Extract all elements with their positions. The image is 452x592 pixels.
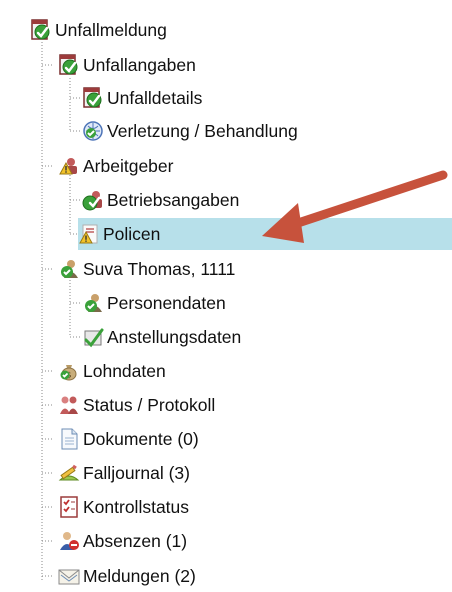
tree-node-label: Anstellungsdaten bbox=[107, 327, 242, 347]
tree-node-unfallmeldung[interactable]: Unfallmeldung bbox=[30, 14, 167, 46]
tree-node-label: Personendaten bbox=[107, 293, 226, 313]
journal-pencil-icon bbox=[58, 462, 80, 484]
tree-node-personendaten[interactable]: Personendaten bbox=[82, 287, 226, 319]
document-icon bbox=[58, 428, 80, 450]
tree-node-suva-thomas[interactable]: Suva Thomas, 1111 bbox=[58, 253, 235, 285]
employment-check-icon bbox=[82, 326, 104, 348]
tree-node-label: Arbeitgeber bbox=[83, 156, 174, 176]
person-check-icon bbox=[58, 258, 80, 280]
policy-warning-icon bbox=[78, 223, 100, 245]
tree-node-betriebsangaben[interactable]: Betriebsangaben bbox=[82, 184, 239, 216]
tree-node-meldungen[interactable]: Meldungen (2) bbox=[58, 560, 196, 592]
employer-warning-icon bbox=[58, 155, 80, 177]
tree-node-lohndaten[interactable]: $Lohndaten bbox=[58, 355, 166, 387]
tree-node-label: Verletzung / Behandlung bbox=[107, 121, 298, 141]
medical-globe-icon bbox=[82, 120, 104, 142]
tree-node-label: Unfallangaben bbox=[83, 55, 196, 75]
tree-node-label: Absenzen (1) bbox=[83, 531, 188, 551]
tree-node-absenzen[interactable]: Absenzen (1) bbox=[58, 525, 187, 557]
tree-node-label: Suva Thomas, 1111 bbox=[83, 259, 236, 279]
tree-node-dokumente[interactable]: Dokumente (0) bbox=[58, 423, 199, 455]
person-absence-icon bbox=[58, 530, 80, 552]
tree-node-label: Unfallmeldung bbox=[55, 20, 167, 40]
envelope-icon bbox=[58, 565, 80, 587]
navigation-tree: Unfallmeldung Unfallangaben Unfalldetails V… bbox=[0, 0, 452, 591]
tree-node-label: Policen bbox=[103, 224, 161, 244]
tree-node-label: Falljournal (3) bbox=[83, 463, 190, 483]
report-check-icon bbox=[82, 87, 104, 109]
tree-node-label: Betriebsangaben bbox=[107, 190, 240, 210]
tree-node-arbeitgeber[interactable]: Arbeitgeber bbox=[58, 150, 173, 182]
tree-node-label: Unfalldetails bbox=[107, 88, 203, 108]
report-check-icon bbox=[30, 19, 52, 41]
status-people-icon bbox=[58, 394, 80, 416]
employer-check-icon bbox=[82, 189, 104, 211]
money-bag-icon: $ bbox=[58, 360, 80, 382]
person-check-icon bbox=[82, 292, 104, 314]
checklist-icon bbox=[58, 496, 80, 518]
tree-node-label: Kontrollstatus bbox=[83, 497, 190, 517]
tree-node-label: Status / Protokoll bbox=[83, 395, 216, 415]
tree-node-status-protokoll[interactable]: Status / Protokoll bbox=[58, 389, 215, 421]
tree-node-label: Lohndaten bbox=[83, 361, 166, 381]
tree-node-anstellungsdaten[interactable]: Anstellungsdaten bbox=[82, 321, 241, 353]
tree-node-label: Meldungen (2) bbox=[83, 566, 196, 586]
tree-node-label: Dokumente (0) bbox=[83, 429, 199, 449]
tree-node-kontrollstatus[interactable]: Kontrollstatus bbox=[58, 491, 189, 523]
tree-node-unfallangaben[interactable]: Unfallangaben bbox=[58, 49, 196, 81]
tree-node-verletzung[interactable]: Verletzung / Behandlung bbox=[82, 115, 298, 147]
report-check-icon bbox=[58, 54, 80, 76]
tree-node-policen[interactable]: Policen bbox=[78, 218, 452, 250]
tree-node-falljournal[interactable]: Falljournal (3) bbox=[58, 457, 190, 489]
tree-node-unfalldetails[interactable]: Unfalldetails bbox=[82, 82, 202, 114]
